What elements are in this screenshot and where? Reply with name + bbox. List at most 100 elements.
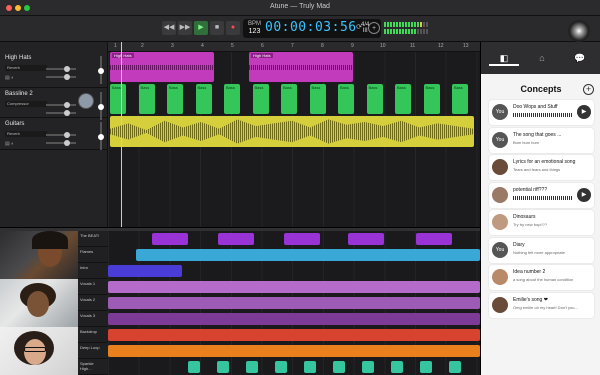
region-bass[interactable]: Bass: [366, 84, 383, 114]
region-high-hats[interactable]: High Hats: [110, 52, 214, 82]
region-the-beat[interactable]: [348, 233, 384, 245]
region-sparkle[interactable]: [217, 361, 229, 373]
send-slider[interactable]: [46, 102, 76, 108]
region-the-beat[interactable]: [416, 233, 452, 245]
video-participant-3[interactable]: [0, 327, 78, 375]
volume-fader[interactable]: [98, 56, 104, 84]
track-controls-icon[interactable]: ▤ ◐: [5, 75, 14, 81]
playhead[interactable]: [121, 42, 122, 232]
lower-track-header[interactable]: Vocals 1: [78, 279, 108, 295]
region-intro[interactable]: [108, 265, 182, 277]
lower-track-header[interactable]: Flames: [78, 247, 108, 263]
concept-card[interactable]: potential riff??? ▶: [489, 182, 594, 208]
region-deep-loop[interactable]: [108, 345, 480, 357]
tab-notes[interactable]: ◧: [489, 50, 519, 66]
region-vocals-2[interactable]: [108, 297, 480, 309]
region-vocals-3[interactable]: [108, 313, 480, 325]
concept-card[interactable]: Idea number 2 a song about the human cond…: [489, 265, 594, 290]
timeline-ruler[interactable]: 1 2 3 4 5 6 7 8 9 10 11 12 13: [108, 42, 480, 52]
play-icon[interactable]: ▶: [194, 21, 208, 35]
volume-fader[interactable]: [98, 122, 104, 150]
plugin-slot[interactable]: Reverb: [5, 131, 47, 137]
bpm-display[interactable]: BPM 123: [248, 21, 261, 35]
region-bass[interactable]: Bass: [423, 84, 440, 114]
region-sparkle[interactable]: [275, 361, 287, 373]
plugin-slot[interactable]: Compressor: [5, 101, 47, 107]
tab-library[interactable]: ⌂: [527, 50, 557, 66]
ruler-tick: 13: [463, 43, 469, 49]
loop-icon[interactable]: ⟳: [353, 22, 365, 34]
video-participant-1[interactable]: [0, 231, 78, 279]
region-sparkle[interactable]: [333, 361, 345, 373]
concept-card[interactable]: Emilie's song ❤ Omg emilie oh my heart! D…: [489, 292, 594, 318]
lower-track-header[interactable]: Vocals 3: [78, 311, 108, 327]
send-slider[interactable]: [46, 66, 76, 72]
pan-slider[interactable]: [46, 74, 76, 80]
region-bass[interactable]: Bass: [252, 84, 269, 114]
arrange-area[interactable]: High Hats High Hats Bass Bass Bass Bass Bass…: [108, 52, 480, 227]
lower-track-header[interactable]: Backdrop: [78, 327, 108, 343]
region-vocals-1[interactable]: [108, 281, 480, 293]
region-bass[interactable]: Bass: [395, 84, 411, 114]
concept-card[interactable]: You Doo Wops and Stuff ▶: [489, 100, 594, 125]
region-bass[interactable]: Bass: [309, 84, 326, 114]
add-concept-button[interactable]: +: [583, 84, 594, 95]
ruler-tick: 10: [380, 43, 386, 49]
region-high-hats[interactable]: High Hats: [249, 52, 353, 82]
plugin-slot[interactable]: Reverb: [5, 65, 47, 71]
tab-chat[interactable]: 💬: [565, 50, 595, 66]
region-bass[interactable]: Bass: [338, 84, 354, 114]
fast-forward-icon[interactable]: ▶▶: [178, 21, 192, 35]
lower-track-header[interactable]: Sparkle High...: [78, 359, 108, 375]
region-sparkle[interactable]: [188, 361, 200, 373]
lower-track-header[interactable]: The BEAT!: [78, 231, 108, 247]
region-the-beat[interactable]: [284, 233, 320, 245]
region-flames[interactable]: [136, 249, 480, 261]
region-sparkle[interactable]: [304, 361, 316, 373]
volume-fader[interactable]: [98, 92, 104, 120]
record-icon[interactable]: ●: [226, 21, 240, 35]
stop-icon[interactable]: ■: [210, 21, 224, 35]
send-slider[interactable]: [46, 132, 76, 138]
video-participant-2[interactable]: [0, 279, 78, 327]
pan-slider[interactable]: [46, 110, 76, 116]
region-sparkle[interactable]: [362, 361, 374, 373]
time-value: 00:00:03:56: [265, 20, 357, 35]
region-the-beat[interactable]: [218, 233, 254, 245]
region-bass[interactable]: Bass: [224, 84, 240, 114]
track-header-high-hats[interactable]: High Hats Reverb ▤ ◐: [0, 52, 108, 88]
rewind-icon[interactable]: ◀◀: [162, 21, 176, 35]
metronome-icon[interactable]: +: [368, 22, 380, 34]
region-guitars[interactable]: [110, 116, 474, 147]
lower-arrange-area[interactable]: [108, 231, 480, 375]
region-label: High Hats: [251, 53, 273, 58]
region-the-beat[interactable]: [152, 233, 188, 245]
pan-slider[interactable]: [46, 140, 76, 146]
region-sparkle[interactable]: [420, 361, 432, 373]
lower-track-header[interactable]: Intro: [78, 263, 108, 279]
concept-card[interactable]: Lyrics for an emotional song Tears and fe…: [489, 155, 594, 180]
ruler-tick: 2: [141, 43, 144, 49]
region-sparkle[interactable]: [391, 361, 403, 373]
bpm-label: BPM: [248, 21, 262, 27]
play-icon[interactable]: ▶: [577, 187, 591, 202]
concept-card[interactable]: You Diary Nothing felt more appropriate: [489, 237, 594, 263]
region-bass[interactable]: Bass: [110, 84, 126, 114]
region-bass[interactable]: Bass: [138, 84, 155, 114]
region-label: Bass: [140, 85, 150, 90]
concept-card[interactable]: Dinosaurs Try try new bop!!??: [489, 210, 594, 235]
play-icon[interactable]: ▶: [577, 105, 591, 119]
concept-card[interactable]: You The song that goes ... Bum bum bum: [489, 127, 594, 153]
region-bass[interactable]: Bass: [195, 84, 212, 114]
track-controls-icon[interactable]: ▤ ◐: [5, 141, 14, 147]
region-backdrop[interactable]: [108, 329, 480, 341]
region-bass[interactable]: Bass: [167, 84, 183, 114]
lower-track-header[interactable]: Deep Loop: [78, 343, 108, 359]
region-bass[interactable]: Bass: [452, 84, 468, 114]
region-sparkle[interactable]: [449, 361, 461, 373]
track-header-bassline[interactable]: Bassline 2 Compressor: [0, 88, 108, 120]
region-sparkle[interactable]: [246, 361, 258, 373]
track-header-guitars[interactable]: Guitars Reverb ▤ ◐: [0, 118, 108, 150]
lower-track-header[interactable]: Vocals 2: [78, 295, 108, 311]
region-bass[interactable]: Bass: [281, 84, 297, 114]
